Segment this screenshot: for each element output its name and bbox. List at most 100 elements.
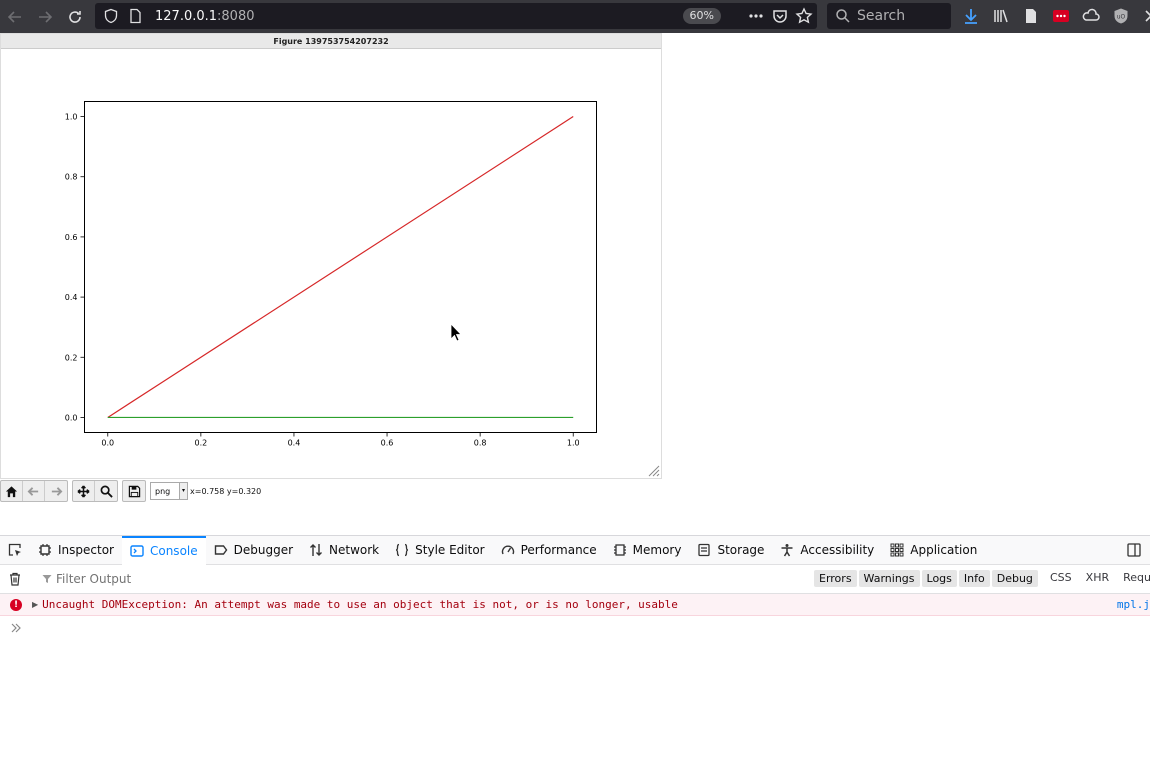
tab-label: Console: [149, 544, 198, 558]
url-bar[interactable]: 127.0.0.1:8080 60%: [95, 3, 817, 29]
tab-label: Style Editor: [415, 543, 485, 557]
close-icon[interactable]: [1142, 7, 1150, 25]
tab-console[interactable]: Console: [121, 535, 206, 565]
tools-group: [72, 480, 118, 502]
application-icon: [890, 543, 904, 557]
tab-application[interactable]: Application: [882, 536, 985, 565]
format-select[interactable]: png ▾: [150, 482, 188, 500]
reload-icon: [69, 10, 81, 23]
x-tick-label: 1.0: [567, 439, 580, 448]
devtools-tabbar: Inspector Console Debugger Network Style Edi…: [0, 535, 1150, 565]
x-tick-label: 0.8: [474, 439, 487, 448]
devtools-tabs: Inspector Console Debugger Network Style Edi…: [30, 535, 985, 565]
level-errors[interactable]: Errors: [814, 570, 857, 587]
series-line-0: [107, 116, 574, 418]
more-actions-icon[interactable]: [747, 7, 765, 25]
matplotlib-toolbar: png ▾ x=0.758 y=0.320: [0, 480, 261, 502]
zoom-level-badge[interactable]: 60%: [682, 8, 721, 24]
error-source-link[interactable]: mpl.j: [1117, 598, 1150, 611]
level-warnings[interactable]: Warnings: [858, 570, 920, 587]
filter-output-input[interactable]: Filter Output: [42, 572, 131, 586]
arrow-right-icon: [51, 486, 62, 496]
type-xhr[interactable]: XHR: [1086, 571, 1109, 584]
performance-icon: [501, 545, 514, 555]
trash-icon: [10, 572, 20, 586]
url-host: 127.0.0.1: [155, 8, 218, 24]
pocket-icon[interactable]: [771, 7, 789, 25]
page-info-icon[interactable]: [127, 8, 143, 24]
error-text: Uncaught DOMException: An attempt was ma…: [42, 598, 678, 611]
download-icon[interactable]: [962, 7, 980, 25]
tab-performance[interactable]: Performance: [493, 536, 605, 565]
tab-label: Application: [910, 543, 978, 557]
level-debug[interactable]: Debug: [991, 570, 1038, 587]
tab-label: Accessibility: [800, 543, 875, 557]
request-type-filters: CSS XHR Reques: [1050, 571, 1150, 584]
error-icon: !: [10, 598, 22, 611]
resize-handle-icon[interactable]: [648, 465, 660, 477]
download-figure-button[interactable]: [123, 481, 145, 501]
tab-inspector[interactable]: Inspector: [30, 536, 122, 565]
chevron-right-double-icon: [11, 623, 21, 633]
chevron-down-icon: ▾: [179, 483, 187, 499]
cursor-coordinates: x=0.758 y=0.320: [190, 486, 262, 496]
style-editor-icon: [396, 543, 409, 557]
search-placeholder: Search: [857, 8, 906, 24]
reader-doc-icon[interactable]: [1022, 7, 1040, 25]
tab-storage[interactable]: Storage: [689, 536, 772, 565]
tab-label: Memory: [632, 543, 682, 557]
home-icon: [5, 485, 18, 497]
y-tick-label: 0.0: [65, 413, 78, 422]
format-selected-value: png: [155, 486, 171, 496]
back-view-button[interactable]: [23, 481, 45, 501]
svg-text:uO: uO: [1117, 14, 1126, 21]
clear-console-button[interactable]: [0, 572, 30, 586]
expand-triangle-icon[interactable]: ▶: [32, 600, 38, 609]
home-button[interactable]: [1, 481, 23, 501]
url-port: :8080: [217, 8, 255, 24]
storage-icon: [698, 543, 711, 557]
shield-icon[interactable]: [103, 8, 119, 24]
element-picker-button[interactable]: [0, 536, 30, 565]
zoom-button[interactable]: [95, 481, 117, 501]
filter-placeholder: Filter Output: [56, 572, 132, 586]
level-info[interactable]: Info: [958, 570, 990, 587]
line-plot[interactable]: 0.0 0.2 0.4 0.6 0.8 1.0 0.0 0.2 0.4 0.6 0.8 1.0: [1, 49, 661, 478]
reload-button[interactable]: [60, 0, 90, 33]
magnifier-icon: [100, 485, 113, 498]
forward-view-button[interactable]: [45, 481, 67, 501]
console-input[interactable]: [0, 616, 1150, 640]
forward-button[interactable]: [30, 0, 60, 33]
search-box[interactable]: Search: [827, 3, 951, 29]
console-toolbar: Filter Output Errors Warnings Logs Info …: [0, 565, 1150, 594]
dock-side-icon[interactable]: [1126, 542, 1142, 558]
tab-label: Performance: [520, 543, 597, 557]
tab-debugger[interactable]: Debugger: [206, 536, 301, 565]
floppy-disk-icon: [128, 485, 140, 497]
tab-label: Network: [329, 543, 380, 557]
tab-label: Debugger: [233, 543, 294, 557]
extension-red-icon[interactable]: [1052, 7, 1070, 25]
log-level-filters: Errors Warnings Logs Info Debug: [814, 570, 1038, 587]
tab-style-editor[interactable]: Style Editor: [387, 536, 492, 565]
pan-button[interactable]: [73, 481, 95, 501]
y-axis-ticks: 0.0 0.2 0.4 0.6 0.8 1.0: [65, 113, 85, 422]
back-button[interactable]: [0, 0, 30, 33]
x-tick-label: 0.6: [381, 439, 394, 448]
tab-memory[interactable]: Memory: [605, 536, 690, 565]
mouse-cursor-icon: [450, 323, 462, 342]
tab-network[interactable]: Network: [301, 536, 387, 565]
url-text[interactable]: 127.0.0.1:8080: [155, 9, 255, 24]
browser-right-icons: uO: [962, 7, 1150, 25]
tab-accessibility[interactable]: Accessibility: [772, 536, 882, 565]
console-error-message[interactable]: ! ▶ Uncaught DOMException: An attempt wa…: [0, 594, 1150, 616]
type-css[interactable]: CSS: [1050, 571, 1072, 584]
memory-icon: [613, 544, 626, 556]
ublock-icon[interactable]: uO: [1112, 7, 1130, 25]
library-icon[interactable]: [992, 7, 1010, 25]
url-actions: [747, 7, 813, 25]
type-requests[interactable]: Reques: [1123, 571, 1150, 584]
bookmark-star-icon[interactable]: [795, 7, 813, 25]
extension-cloud-icon[interactable]: [1082, 7, 1100, 25]
level-logs[interactable]: Logs: [921, 570, 957, 587]
